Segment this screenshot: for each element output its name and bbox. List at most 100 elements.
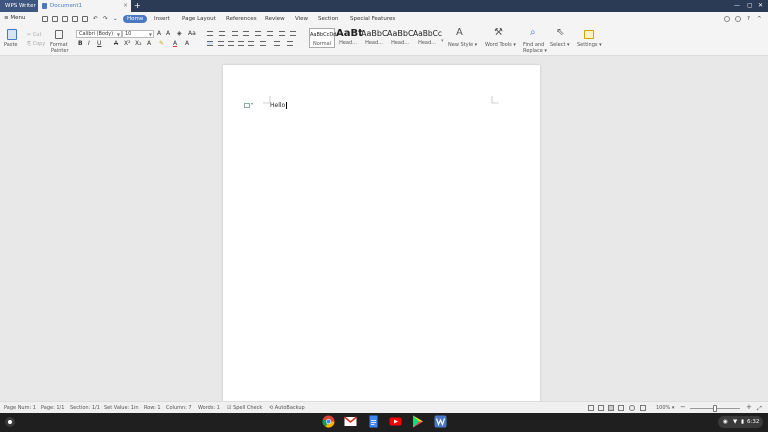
italic-icon[interactable]: I: [88, 40, 90, 48]
tab-home[interactable]: Home: [123, 15, 148, 23]
font-color-icon[interactable]: A: [173, 40, 177, 48]
word-tools-button[interactable]: Word Tools ▾: [485, 42, 516, 48]
borders-icon[interactable]: [287, 41, 293, 46]
paste-button[interactable]: Paste: [4, 42, 18, 48]
shading-icon[interactable]: [274, 41, 280, 46]
align-right-icon[interactable]: [228, 41, 234, 46]
chinese-layout-icon[interactable]: [279, 31, 285, 36]
docs-icon[interactable]: [367, 415, 380, 428]
view-reading-icon[interactable]: [598, 405, 604, 411]
document-body-text[interactable]: Hello: [270, 102, 287, 109]
status-section: Section: 1/1: [70, 405, 100, 411]
align-left-icon[interactable]: [207, 41, 213, 46]
close-tab-icon[interactable]: ×: [123, 0, 128, 12]
chinese-layout-2-icon[interactable]: [290, 31, 296, 36]
wps-writer-icon[interactable]: [434, 415, 447, 428]
help-icon[interactable]: ?: [747, 15, 750, 23]
style-normal[interactable]: AaBbCcDd Normal: [309, 28, 336, 48]
document-page[interactable]: ▾ Hello: [223, 65, 540, 402]
tab-references[interactable]: References: [226, 15, 257, 23]
cut-button[interactable]: ✂ Cut: [27, 32, 41, 38]
maximize-button[interactable]: ▢: [747, 0, 753, 12]
justify-icon[interactable]: [238, 41, 244, 46]
undo-icon[interactable]: ↶: [93, 15, 98, 23]
show-marks-icon[interactable]: [267, 31, 273, 36]
underline-icon[interactable]: U: [97, 40, 101, 48]
line-spacing-icon[interactable]: [260, 41, 266, 46]
tab-view[interactable]: View: [295, 15, 308, 23]
subscript-icon[interactable]: X₂: [135, 40, 142, 48]
superscript-icon[interactable]: X²: [124, 40, 131, 48]
copy-button[interactable]: ⎘ Copy: [27, 41, 45, 47]
settings-gear-icon[interactable]: [735, 16, 741, 22]
print-preview-icon[interactable]: [82, 16, 88, 22]
new-style-button[interactable]: New Style ▾: [448, 42, 477, 48]
font-size-select[interactable]: 10 ▼: [122, 30, 154, 38]
clear-format-icon[interactable]: ◈: [177, 30, 182, 38]
numbering-icon[interactable]: [219, 31, 225, 36]
font-name-select[interactable]: Calibri (Body) ▼: [76, 30, 122, 38]
align-center-icon[interactable]: [218, 41, 224, 46]
youtube-icon[interactable]: [389, 415, 402, 428]
new-tab-button[interactable]: +: [134, 0, 141, 12]
customize-icon[interactable]: ⌄: [113, 15, 118, 23]
status-tray[interactable]: ◉ ▼ ▮ 6:32: [718, 416, 763, 428]
sort-icon[interactable]: [255, 31, 261, 36]
zoom-in-button[interactable]: +: [746, 403, 752, 411]
zoom-value[interactable]: 100% ▾: [656, 405, 674, 411]
style-heading-2[interactable]: AaBbC Head...: [361, 28, 388, 48]
styles-more-icon[interactable]: ▾: [441, 38, 444, 44]
decrease-indent-icon[interactable]: [232, 31, 238, 36]
bold-icon[interactable]: B: [78, 40, 83, 48]
highlight-icon[interactable]: ✎: [159, 40, 164, 48]
character-border-icon[interactable]: A: [185, 40, 189, 48]
distributed-icon[interactable]: [248, 41, 254, 46]
gmail-icon[interactable]: [344, 415, 357, 428]
paste-icon[interactable]: [7, 29, 17, 40]
view-outline-icon[interactable]: [618, 405, 624, 411]
play-store-icon[interactable]: [411, 415, 424, 428]
bullets-icon[interactable]: [207, 31, 213, 36]
zoom-out-button[interactable]: −: [680, 403, 686, 411]
tab-section[interactable]: Section: [318, 15, 338, 23]
tab-page-layout[interactable]: Page Layout: [182, 15, 216, 23]
open-icon[interactable]: [42, 16, 48, 22]
save-icon[interactable]: [52, 16, 58, 22]
select-button[interactable]: Select ▾: [550, 42, 570, 48]
view-print-layout-icon[interactable]: [608, 405, 614, 411]
print-icon[interactable]: [72, 16, 78, 22]
collapse-ribbon-icon[interactable]: ^: [757, 15, 762, 23]
launcher-button[interactable]: [5, 417, 15, 427]
skin-icon[interactable]: [724, 16, 730, 22]
settings-button[interactable]: Settings ▾: [577, 42, 602, 48]
app-tab-wps-writer[interactable]: WPS Writer: [0, 0, 38, 12]
tab-review[interactable]: Review: [265, 15, 285, 23]
close-window-button[interactable]: ✕: [758, 0, 763, 12]
strikethrough-icon[interactable]: A: [114, 40, 118, 48]
menu-button[interactable]: ≡ Menu: [4, 15, 25, 21]
change-case-icon[interactable]: Aa: [188, 30, 196, 38]
style-heading-4[interactable]: AaBbCc Head...: [413, 28, 442, 48]
autobackup-toggle[interactable]: ⟲ AutoBackup: [269, 405, 305, 411]
view-full-screen-icon[interactable]: [588, 405, 594, 411]
view-web-icon[interactable]: [629, 405, 635, 411]
text-effect-icon[interactable]: A: [147, 40, 151, 48]
style-heading-3[interactable]: AaBbC Head...: [387, 28, 414, 48]
increase-font-icon[interactable]: A: [157, 30, 161, 38]
chrome-icon[interactable]: [322, 415, 335, 428]
redo-icon[interactable]: ↷: [103, 15, 108, 23]
zoom-slider-handle[interactable]: [713, 405, 717, 412]
style-heading-1[interactable]: AaBt Head...: [336, 28, 363, 48]
os-shelf: [0, 413, 768, 432]
spell-check-toggle[interactable]: ☑ Spell Check: [227, 405, 262, 411]
minimize-button[interactable]: —: [734, 0, 740, 12]
tab-document1[interactable]: Document1 ×: [38, 0, 131, 12]
fit-page-icon[interactable]: ⤢: [757, 405, 762, 413]
export-pdf-icon[interactable]: [62, 16, 68, 22]
decrease-font-icon[interactable]: A: [166, 30, 170, 38]
increase-indent-icon[interactable]: [243, 31, 249, 36]
paragraph-layout-icon[interactable]: [244, 103, 250, 108]
view-eye-icon[interactable]: [640, 405, 646, 411]
tab-insert[interactable]: Insert: [154, 15, 170, 23]
tab-special-features[interactable]: Special Features: [350, 15, 395, 23]
